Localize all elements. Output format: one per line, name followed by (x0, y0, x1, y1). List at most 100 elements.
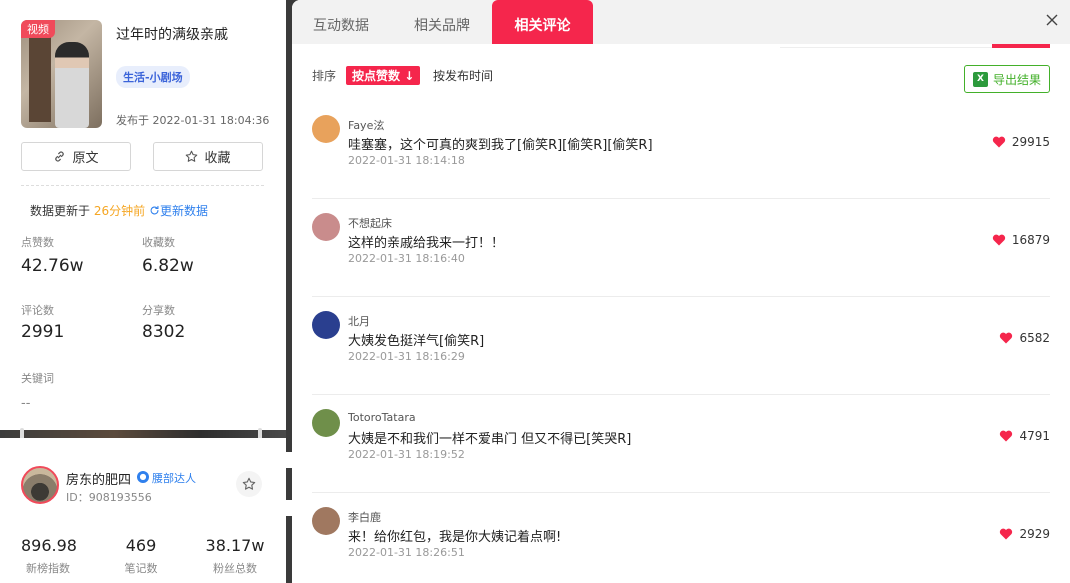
comment-text: 来！给你红包，我是你大姨记着点啊! (348, 530, 562, 545)
tab-comments[interactable]: 相关评论 (492, 0, 593, 44)
category-tag: 生活-小剧场 (116, 66, 190, 88)
shares-label: 分享数 (142, 304, 175, 317)
comment-time: 2022-01-31 18:16:29 (348, 350, 465, 363)
refresh-icon (150, 205, 159, 215)
author-avatar[interactable] (21, 466, 59, 504)
heart-icon (1000, 430, 1013, 442)
follow-star-button[interactable] (236, 471, 262, 497)
tab-brands[interactable]: 相关品牌 (392, 0, 492, 44)
refresh-label: 更新数据 (159, 204, 208, 218)
sort-by-time[interactable]: 按发布时间 (433, 67, 493, 84)
export-label: 导出结果 (992, 72, 1041, 87)
comments-value: 2991 (21, 322, 65, 342)
sort-label: 排序 (312, 69, 337, 83)
close-button[interactable] (1042, 10, 1062, 30)
author-badge: 腰部达人 (152, 472, 196, 485)
likes-label: 点赞数 (21, 236, 54, 249)
heart-icon (992, 136, 1005, 148)
comment-text: 大姨是不和我们一样不爱串门 但又不得已[笑哭R] (348, 432, 632, 447)
commenter-avatar[interactable] (312, 115, 340, 143)
original-button[interactable]: 原文 (21, 142, 131, 171)
heart-icon (1000, 332, 1013, 344)
update-status: 数据更新于 26分钟前 更新数据 (30, 202, 208, 219)
commenter-avatar[interactable] (312, 507, 340, 535)
favorite-button[interactable]: 收藏 (153, 142, 263, 171)
thumbnail-door (29, 32, 51, 122)
comment-time: 2022-01-31 18:19:52 (348, 448, 465, 461)
heart-icon (992, 234, 1005, 246)
comment-text: 哇塞塞，这个可真的爽到我了[偷笑R][偷笑R][偷笑R] (348, 138, 653, 153)
comment-likes: 16879 (992, 233, 1050, 247)
commenter-name[interactable]: 北月 (348, 313, 370, 329)
comment-likes: 2929 (999, 527, 1050, 541)
excel-icon: X (972, 71, 988, 87)
link-icon (55, 151, 65, 162)
commenter-name[interactable]: TotoroTatara (348, 411, 416, 424)
star-outline-icon (242, 477, 256, 490)
author-index-label: 新榜指数 (26, 562, 70, 575)
likes-count: 29915 (1011, 135, 1050, 149)
author-fans-value: 38.17w (205, 536, 265, 555)
author-id: ID：908193556 (66, 491, 152, 504)
author-notes-label: 笔记数 (124, 562, 158, 575)
original-button-label: 原文 (72, 151, 99, 166)
collects-label: 收藏数 (142, 236, 175, 249)
comment-text: 这样的亲戚给我来一打！！ (348, 236, 505, 251)
favorite-button-label: 收藏 (204, 151, 231, 166)
collects-value: 6.82w (142, 256, 194, 276)
sort-by-likes[interactable]: 按点赞数 ↓ (346, 66, 421, 85)
comment-time: 2022-01-31 18:14:18 (348, 154, 465, 167)
comment-text: 大姨发色挺洋气[偷笑R] (348, 334, 485, 349)
sort-by-likes-label: 按点赞数 (352, 69, 401, 83)
update-ago: 26分钟前 (93, 204, 146, 218)
divider (21, 185, 264, 186)
author-name[interactable]: 房东的肥四 (66, 469, 131, 488)
detail-panel: 视频 过年时的满级亲戚 生活-小剧场 发布于 2022-01-31 18:04:… (0, 0, 286, 583)
tab-interaction[interactable]: 互动数据 (292, 0, 390, 44)
comment-likes: 29915 (992, 135, 1050, 149)
comment-item: 北月 大姨发色挺洋气[偷笑R] 2022-01-31 18:16:29 6582 (312, 297, 1050, 395)
tab-bar: 互动数据 相关品牌 相关评论 (292, 0, 1070, 44)
timeline-strip (0, 430, 286, 438)
likes-value: 42.76w (21, 256, 84, 276)
comment-likes: 6582 (999, 331, 1050, 345)
comment-item: 李白鹿 来！给你红包，我是你大姨记着点啊! 2022-01-31 18:26:5… (312, 493, 1050, 583)
sort-down-icon: ↓ (400, 69, 415, 83)
shares-value: 8302 (142, 322, 186, 342)
author-notes-value: 469 (125, 536, 157, 555)
heart-icon (1000, 528, 1013, 540)
comment-item: Faye泫 哇塞塞，这个可真的爽到我了[偷笑R][偷笑R][偷笑R] 2022-… (312, 101, 1050, 199)
commenter-avatar[interactable] (312, 213, 340, 241)
close-icon (1046, 14, 1058, 26)
star-icon (186, 150, 198, 162)
commenter-name[interactable]: 李白鹿 (348, 509, 381, 525)
update-prefix: 数据更新于 (30, 204, 94, 218)
badge-icon: ● (137, 471, 149, 483)
keywords-label: 关键词 (21, 372, 54, 385)
tab-underline-accent (992, 44, 1050, 48)
refresh-link[interactable]: 更新数据 (149, 204, 208, 218)
export-button[interactable]: X 导出结果 (964, 65, 1050, 93)
related-panel: 互动数据 相关品牌 相关评论 排序 按点赞数 ↓ 按发布时间 X 导出结果 Fa… (292, 0, 1070, 583)
publish-time: 发布于 2022-01-31 18:04:36 (116, 114, 270, 127)
comment-time: 2022-01-31 18:16:40 (348, 252, 465, 265)
comment-item: TotoroTatara 大姨是不和我们一样不爱串门 但又不得已[笑哭R] 20… (312, 395, 1050, 493)
author-index-value: 896.98 (21, 536, 77, 555)
comment-likes: 4791 (999, 429, 1050, 443)
commenter-avatar[interactable] (312, 409, 340, 437)
comment-item: 不想起床 这样的亲戚给我来一打！！ 2022-01-31 18:16:40 16… (312, 199, 1050, 297)
comment-time: 2022-01-31 18:26:51 (348, 546, 465, 559)
comments-label: 评论数 (21, 304, 54, 317)
likes-count: 2929 (1019, 527, 1050, 541)
post-title: 过年时的满级亲戚 (116, 27, 228, 43)
video-tag: 视频 (21, 20, 55, 38)
likes-count: 4791 (1019, 429, 1050, 443)
commenter-avatar[interactable] (312, 311, 340, 339)
commenter-name[interactable]: 不想起床 (348, 215, 392, 231)
keywords-value: -- (21, 396, 31, 411)
thumbnail-person (55, 42, 89, 128)
author-fans-label: 粉丝总数 (213, 562, 257, 575)
commenter-name[interactable]: Faye泫 (348, 117, 384, 133)
likes-count: 16879 (1011, 233, 1050, 247)
likes-count: 6582 (1019, 331, 1050, 345)
